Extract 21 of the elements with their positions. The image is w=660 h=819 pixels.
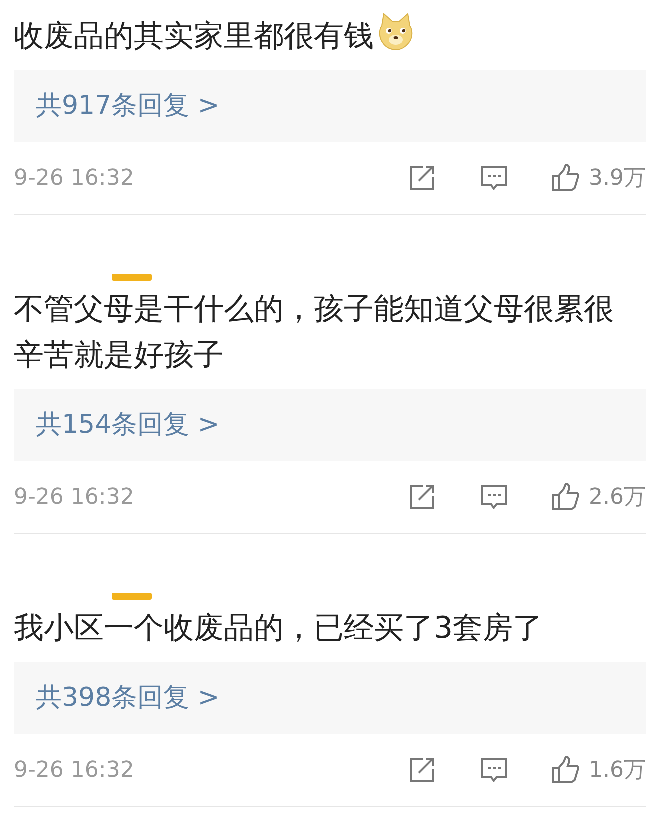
share-icon[interactable]: [407, 755, 437, 785]
comment-icon[interactable]: [479, 755, 509, 785]
replies-link[interactable]: 共917条回复 >: [14, 70, 646, 142]
like-count: 2.6万: [589, 484, 646, 512]
replies-link[interactable]: 共398条回复 >: [14, 662, 646, 734]
timestamp: 9-26 16:32: [14, 758, 136, 782]
timestamp: 9-26 16:32: [14, 484, 136, 510]
like-count: 3.9万: [589, 165, 646, 193]
comment-icon[interactable]: [479, 163, 509, 193]
thumbs-up-icon[interactable]: [551, 482, 581, 512]
comment-text: 收废品的其实家里都很有钱: [14, 12, 646, 60]
share-icon[interactable]: [407, 482, 437, 512]
thumbs-up-icon[interactable]: [551, 755, 581, 785]
thumbs-up-icon[interactable]: [551, 163, 581, 193]
like-count: 1.6万: [589, 757, 646, 785]
comment-icon[interactable]: [479, 482, 509, 512]
comment-text: 不管父母是干什么的，孩子能知道父母很累很辛苦就是好孩子: [14, 291, 615, 375]
comment-text: 我小区一个收废品的，已经买了3套房了: [14, 610, 544, 648]
timestamp: 9-26 16:32: [14, 166, 136, 190]
replies-link[interactable]: 共154条回复 >: [14, 389, 646, 461]
share-icon[interactable]: [407, 163, 437, 193]
